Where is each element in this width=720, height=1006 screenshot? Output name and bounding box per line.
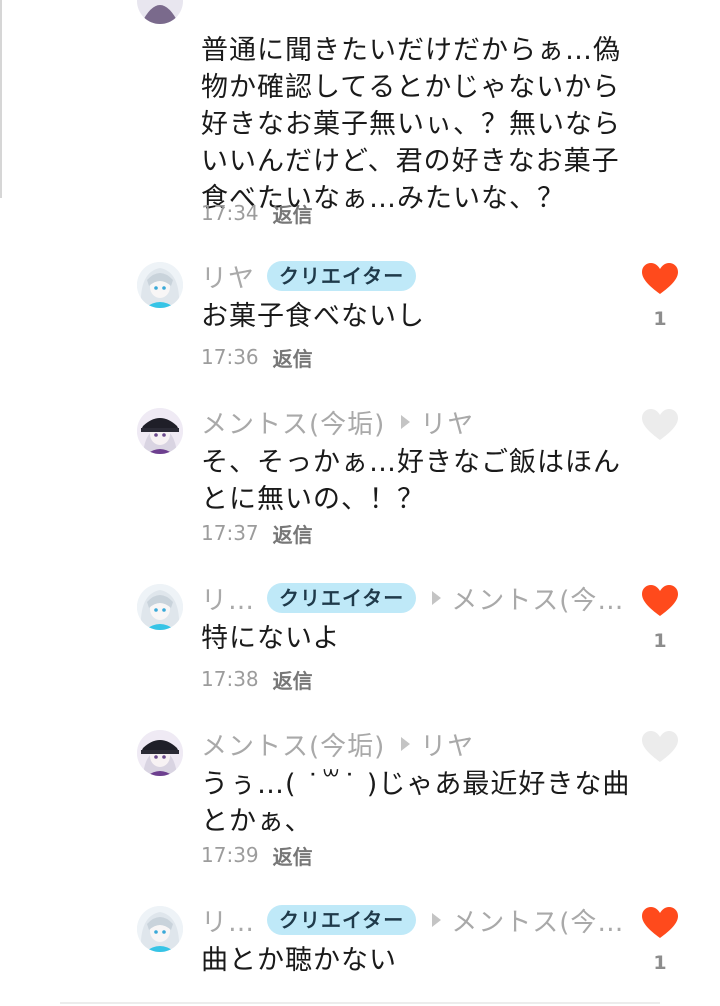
author-name[interactable]: リヤ <box>201 258 255 295</box>
like-heart-icon[interactable] <box>641 906 679 940</box>
reply-target-name[interactable]: リヤ <box>420 404 474 441</box>
like-count: 1 <box>653 308 667 330</box>
reply-button[interactable]: 返信 <box>273 841 313 870</box>
like-heart-icon[interactable] <box>641 730 679 764</box>
reply-button[interactable]: 返信 <box>273 199 313 228</box>
author-name[interactable]: メントス(今垢) <box>201 404 385 441</box>
author-name[interactable]: リ… <box>201 580 255 617</box>
avatar[interactable] <box>137 0 183 24</box>
reply-arrow-icon <box>432 591 442 605</box>
reply-button[interactable]: 返信 <box>273 343 313 372</box>
comment-body: 特にないよ <box>201 623 341 654</box>
creator-badge: クリエイター <box>267 905 417 935</box>
like-count: 1 <box>653 630 667 652</box>
divider <box>60 1002 660 1004</box>
creator-badge: クリエイター <box>267 261 417 291</box>
reply-arrow-icon <box>401 737 411 751</box>
reply-target-name[interactable]: メントス(今… <box>451 580 624 617</box>
author-name[interactable]: リ… <box>201 902 255 939</box>
avatar[interactable] <box>137 584 183 630</box>
reply-arrow-icon <box>401 415 411 429</box>
creator-badge: クリエイター <box>267 583 417 613</box>
scroll-edge-line <box>0 0 2 198</box>
author-name[interactable]: メントス(今垢) <box>201 726 385 763</box>
like-count: 1 <box>653 952 667 974</box>
reply-button[interactable]: 返信 <box>273 665 313 694</box>
comment-time: 17:34 <box>201 201 259 225</box>
reply-target-name[interactable]: リヤ <box>420 726 474 763</box>
comment-body: 曲とか聴かない <box>201 945 397 976</box>
like-heart-icon[interactable] <box>641 584 679 618</box>
like-heart-icon[interactable] <box>641 262 679 296</box>
reply-target-name[interactable]: メントス(今… <box>451 902 624 939</box>
like-heart-icon[interactable] <box>641 408 679 442</box>
comment-time: 17:39 <box>201 843 259 867</box>
reply-arrow-icon <box>432 913 442 927</box>
comment-body: お菓子食べないし <box>201 301 425 332</box>
avatar[interactable] <box>137 408 183 454</box>
comment-body: そ、そっかぁ…好きなご飯はほんとに無いの、！？ <box>201 447 621 515</box>
avatar[interactable] <box>137 262 183 308</box>
comment-body: 普通に聞きたいだけだからぁ…偽物か確認してるとかじゃないから好きなお菓子無いぃ、… <box>201 35 621 214</box>
comment-time: 17:38 <box>201 667 259 691</box>
avatar[interactable] <box>137 906 183 952</box>
comment-time: 17:36 <box>201 345 259 369</box>
reply-button[interactable]: 返信 <box>273 519 313 548</box>
avatar[interactable] <box>137 730 183 776</box>
comment-body: うぅ…( ˙꒳˙ )じゃあ最近好きな曲とかぁ、 <box>201 769 631 837</box>
comment-time: 17:37 <box>201 521 259 545</box>
